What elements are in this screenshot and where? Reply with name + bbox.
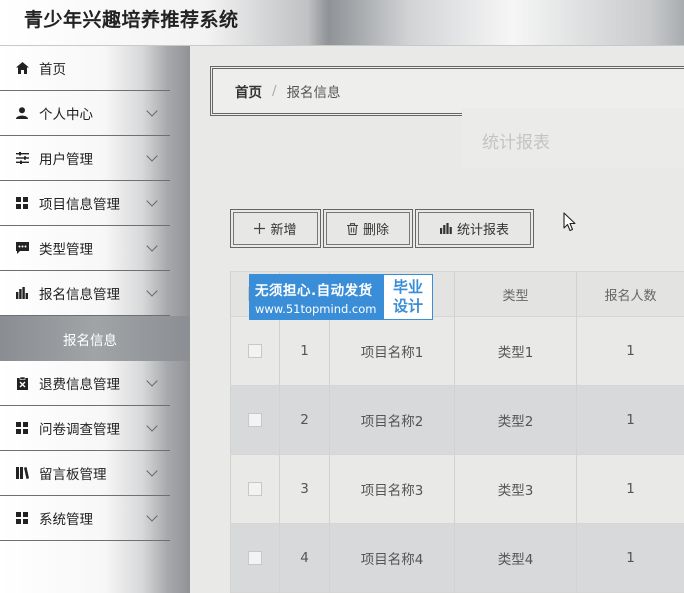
chevron-down-icon — [146, 195, 158, 207]
grid-icon — [15, 421, 29, 435]
chevron-down-icon — [146, 240, 158, 252]
table-row[interactable]: 2 项目名称2 类型2 1 — [230, 386, 684, 455]
chevron-down-icon — [146, 510, 158, 522]
breadcrumb-current: 报名信息 — [286, 85, 341, 101]
row-type: 类型1 — [455, 317, 577, 386]
sidebar-item-label: 个人中心 — [39, 107, 93, 123]
app-title: 青少年兴趣培养推荐系统 — [24, 9, 239, 31]
row-checkbox[interactable] — [248, 482, 262, 496]
sidebar-item-label: 首页 — [39, 62, 66, 78]
row-count: 1 — [577, 524, 684, 593]
clipboard-x-icon — [15, 376, 29, 390]
chevron-down-icon — [146, 465, 158, 477]
grid-icon — [15, 196, 29, 210]
sidebar-item-label: 类型管理 — [39, 242, 93, 258]
row-project-name: 项目名称4 — [330, 524, 455, 593]
sidebar-item-personal-center[interactable]: 个人中心 — [0, 91, 170, 136]
sidebar-item-project-info[interactable]: 项目信息管理 — [0, 181, 170, 226]
statistics-report-button[interactable]: 统计报表 — [415, 209, 534, 248]
bar-chart-icon — [15, 286, 29, 300]
chevron-down-icon — [146, 285, 158, 297]
watermark-line2: www.51topmind.com — [255, 301, 377, 316]
row-select-cell — [230, 455, 280, 524]
sidebar-item-survey-management[interactable]: 问卷调查管理 — [0, 406, 170, 451]
user-icon — [15, 106, 29, 120]
row-index: 3 — [280, 455, 330, 524]
mouse-cursor-icon — [563, 212, 577, 236]
row-index: 4 — [280, 524, 330, 593]
row-type: 类型3 — [455, 455, 577, 524]
sidebar-item-label: 用户管理 — [39, 152, 93, 168]
sidebar-subitem-registration-info[interactable]: 报名信息 — [0, 316, 190, 361]
sidebar-subitem-label: 报名信息 — [63, 332, 117, 349]
comment-icon — [15, 241, 29, 255]
table-header-type: 类型 — [455, 272, 577, 317]
sidebar-item-label: 报名信息管理 — [39, 287, 120, 303]
chevron-down-icon — [146, 375, 158, 387]
breadcrumb-home[interactable]: 首页 — [235, 81, 262, 101]
sidebar-item-label: 问卷调查管理 — [39, 422, 120, 438]
row-select-cell — [230, 524, 280, 593]
row-index: 2 — [280, 386, 330, 455]
sidebar-item-type-management[interactable]: 类型管理 — [0, 226, 170, 271]
row-type: 类型4 — [455, 524, 577, 593]
trash-icon — [346, 222, 358, 235]
row-project-name: 项目名称2 — [330, 386, 455, 455]
main-content: 首页 / 报名信息 统计报表 新增 删除 统计报表 类型 报名人数 1 项目名称… — [190, 46, 684, 593]
breadcrumb-separator: / — [272, 83, 277, 99]
row-select-cell — [230, 386, 280, 455]
row-index: 1 — [280, 317, 330, 386]
sliders-icon — [15, 151, 29, 165]
plus-icon — [254, 223, 266, 234]
statistics-report-button-label: 统计报表 — [456, 223, 509, 238]
watermark-badge: 毕业 设计 — [383, 274, 433, 320]
row-count: 1 — [577, 317, 684, 386]
chevron-down-icon — [146, 150, 158, 162]
table-row[interactable]: 4 项目名称4 类型4 1 — [230, 524, 684, 593]
add-button-label: 新增 — [270, 223, 297, 238]
chevron-down-icon — [146, 420, 158, 432]
sidebar-item-label: 系统管理 — [39, 512, 93, 528]
chevron-down-icon — [146, 105, 158, 117]
delete-button-label: 删除 — [362, 223, 389, 238]
watermark-text-block: 无须担心.自动发货 www.51topmind.com — [249, 274, 383, 320]
sidebar-item-label: 留言板管理 — [39, 467, 107, 483]
sidebar-item-label: 退费信息管理 — [39, 377, 120, 393]
home-icon — [15, 61, 29, 75]
row-checkbox[interactable] — [248, 344, 262, 358]
sidebar-item-system-management[interactable]: 系统管理 — [0, 496, 170, 541]
app-header: 青少年兴趣培养推荐系统 — [0, 0, 684, 46]
sidebar-item-user-management[interactable]: 用户管理 — [0, 136, 170, 181]
row-project-name: 项目名称1 — [330, 317, 455, 386]
table-row[interactable]: 3 项目名称3 类型3 1 — [230, 455, 684, 524]
row-checkbox[interactable] — [248, 413, 262, 427]
watermark-banner: 无须担心.自动发货 www.51topmind.com 毕业 设计 — [249, 274, 433, 320]
sidebar-item-refund-management[interactable]: 退费信息管理 — [0, 361, 170, 406]
watermark-line1: 无须担心.自动发货 — [255, 282, 373, 299]
stats-panel-title: 统计报表 — [482, 133, 550, 153]
toolbar: 新增 删除 统计报表 — [230, 209, 536, 249]
row-count: 1 — [577, 455, 684, 524]
table-row[interactable]: 1 项目名称1 类型1 1 — [230, 317, 684, 386]
row-type: 类型2 — [455, 386, 577, 455]
sidebar-item-label: 项目信息管理 — [39, 197, 120, 213]
sidebar-item-home[interactable]: 首页 — [0, 46, 170, 91]
sidebar-item-message-board[interactable]: 留言板管理 — [0, 451, 170, 496]
grid-icon — [15, 511, 29, 525]
table-header-count: 报名人数 — [577, 272, 684, 317]
sidebar: 首页 个人中心 用户管理 项目信息管理 类型管理 报名信息管理 报名信息 退费信… — [0, 46, 190, 593]
bar-chart-icon — [439, 223, 452, 234]
row-checkbox[interactable] — [248, 551, 262, 565]
delete-button[interactable]: 删除 — [323, 209, 413, 248]
sidebar-item-registration-management[interactable]: 报名信息管理 — [0, 271, 170, 316]
row-select-cell — [230, 317, 280, 386]
book-icon — [15, 466, 29, 480]
watermark-badge-line2: 设计 — [392, 297, 423, 315]
row-count: 1 — [577, 386, 684, 455]
row-project-name: 项目名称3 — [330, 455, 455, 524]
add-button[interactable]: 新增 — [230, 209, 321, 248]
watermark-badge-line1: 毕业 — [392, 278, 423, 296]
